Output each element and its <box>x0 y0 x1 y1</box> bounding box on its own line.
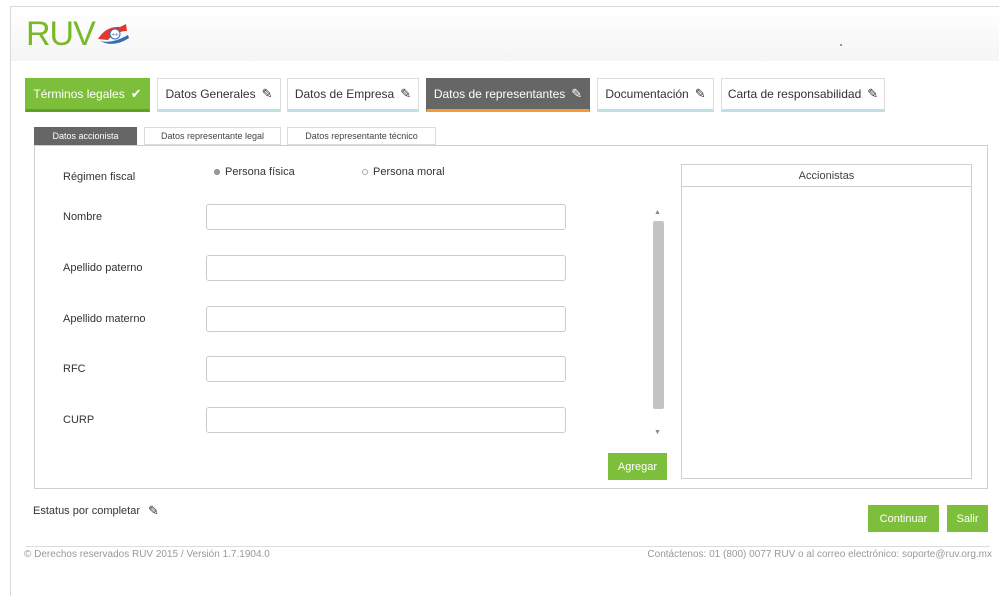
radio-unselected-icon <box>362 169 368 175</box>
footer-copyright: © Derechos reservados RUV 2015 / Versión… <box>24 549 270 560</box>
tab-label: Términos legales <box>33 87 125 101</box>
apellido-materno-label: Apellido materno <box>63 313 146 325</box>
tab-label: Carta de responsabilidad <box>727 87 862 101</box>
nombre-label: Nombre <box>63 211 103 223</box>
accionistas-header: Accionistas <box>682 165 971 187</box>
pencil-icon: ✎ <box>571 86 583 101</box>
tab-carta-responsabilidad[interactable]: Carta de responsabilidad ✎ <box>721 78 885 112</box>
tab-label: Documentación <box>605 87 689 101</box>
radio-persona-fisica[interactable]: Persona física <box>214 166 295 178</box>
ruv-logo[interactable]: RUV ++ <box>26 16 132 52</box>
tab-terminos-legales[interactable]: Términos legales ✔ <box>25 78 150 112</box>
apellido-paterno-input[interactable] <box>206 255 566 281</box>
nombre-input[interactable] <box>206 204 566 230</box>
curp-input[interactable] <box>206 407 566 433</box>
regimen-fiscal-label: Régimen fiscal <box>63 171 136 183</box>
subtab-datos-accionista[interactable]: Datos accionista <box>34 127 137 145</box>
pencil-icon: ✎ <box>867 86 879 101</box>
radio-label: Persona física <box>225 166 295 178</box>
rfc-label: RFC <box>63 363 86 375</box>
scroll-down-icon[interactable]: ▼ <box>654 429 661 436</box>
tab-label: Datos de Empresa <box>294 87 395 101</box>
header-bar <box>11 7 999 61</box>
accionistas-panel: Accionistas <box>681 164 972 479</box>
tab-label: Datos Generales <box>165 87 256 101</box>
radio-selected-icon <box>214 169 220 175</box>
radio-label: Persona moral <box>373 166 445 178</box>
svg-text:++: ++ <box>111 33 119 39</box>
logo-text: RUV <box>26 15 96 53</box>
status-line: Estatus por completar ✎ <box>33 503 159 519</box>
form-scrollbar[interactable]: ▲ ▼ <box>651 207 666 438</box>
radio-persona-moral[interactable]: Persona moral <box>362 166 445 178</box>
check-icon: ✔ <box>130 86 142 101</box>
footer-divider <box>26 546 990 547</box>
curp-label: CURP <box>63 414 95 426</box>
scroll-up-icon[interactable]: ▲ <box>654 209 661 216</box>
rfc-input[interactable] <box>206 356 566 382</box>
pencil-icon: ✎ <box>400 86 412 101</box>
tab-label: Datos de representantes <box>433 87 566 101</box>
logo-house-icon: ++ <box>97 24 129 44</box>
pencil-icon: ✎ <box>148 503 159 518</box>
apellido-paterno-label: Apellido paterno <box>63 262 143 274</box>
agregar-button[interactable]: Agregar <box>608 453 667 480</box>
tab-documentacion[interactable]: Documentación ✎ <box>597 78 714 112</box>
pencil-icon: ✎ <box>261 86 273 101</box>
pencil-icon: ✎ <box>694 86 706 101</box>
tab-datos-generales[interactable]: Datos Generales ✎ <box>157 78 281 112</box>
tab-datos-representantes[interactable]: Datos de representantes ✎ <box>426 78 590 112</box>
subtab-representante-tecnico[interactable]: Datos representante técnico <box>287 127 436 145</box>
tab-datos-empresa[interactable]: Datos de Empresa ✎ <box>287 78 419 112</box>
footer-contact: Contáctenos: 01 (800) 0077 RUV o al corr… <box>647 549 992 560</box>
header-dot <box>840 44 842 46</box>
continuar-button[interactable]: Continuar <box>868 505 939 532</box>
subtab-representante-legal[interactable]: Datos representante legal <box>144 127 281 145</box>
apellido-materno-input[interactable] <box>206 306 566 332</box>
scroll-thumb[interactable] <box>653 221 664 409</box>
status-text: Estatus por completar <box>33 505 140 517</box>
salir-button[interactable]: Salir <box>947 505 988 532</box>
